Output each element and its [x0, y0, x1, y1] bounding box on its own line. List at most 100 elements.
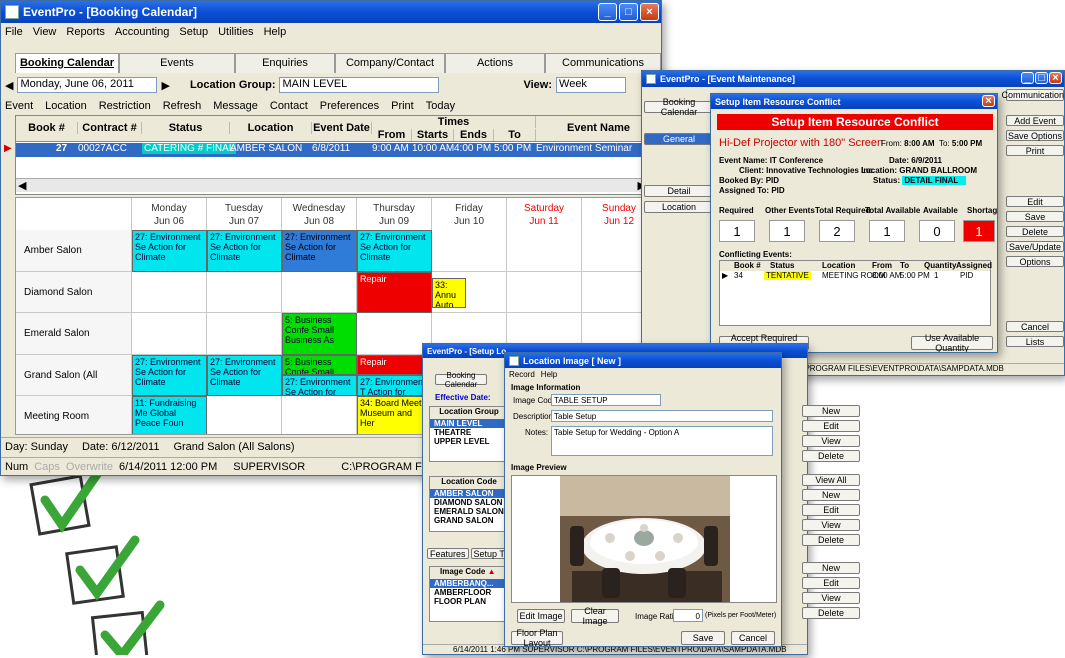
calendar-cell[interactable]	[507, 230, 582, 272]
day-header[interactable]: Wednesday Jun 08	[282, 198, 357, 230]
prev-date-icon[interactable]: ◀	[5, 79, 13, 92]
image-edit-button[interactable]: Edit	[802, 577, 860, 589]
toolbar-contact[interactable]: Contact	[270, 100, 308, 112]
calendar-cell[interactable]	[132, 313, 207, 355]
maint-detail-tab[interactable]: Detail	[644, 185, 714, 197]
lists-button[interactable]: Lists	[1006, 336, 1064, 347]
day-header[interactable]: Tuesday Jun 07	[207, 198, 282, 230]
group-delete-button[interactable]: Delete	[802, 450, 860, 462]
use-available-quantity-button[interactable]: Use Available Quantity	[911, 333, 993, 352]
calendar-event[interactable]: 5: Business Confe Small Business As	[282, 313, 357, 355]
toolbar-print[interactable]: Print	[391, 100, 414, 112]
add-event-button[interactable]: Add Event	[1006, 115, 1064, 126]
maint-booking-calendar-tab[interactable]: Booking Calendar	[644, 97, 714, 117]
calendar-event[interactable]: 27: Environment T Action for Climate	[357, 374, 432, 396]
scroll-left-icon[interactable]: ◀	[18, 179, 26, 192]
description-input[interactable]: Table Setup	[551, 410, 773, 422]
calendar-event[interactable]: Repair	[357, 354, 432, 375]
calendar-cell[interactable]	[282, 396, 357, 434]
calendar-event[interactable]: 27: Environment Se Action for Climate	[282, 230, 357, 272]
image-new-button[interactable]: New	[802, 562, 860, 574]
calendar-event[interactable]: 33: Annu Auto Enth	[432, 277, 466, 308]
save-button[interactable]: Save	[681, 631, 725, 645]
tab-actions[interactable]: Actions	[445, 53, 545, 73]
list-item[interactable]: MAIN LEVEL	[430, 419, 508, 428]
toolbar-refresh[interactable]: Refresh	[163, 100, 202, 112]
image-view-button[interactable]: View	[802, 592, 860, 604]
calendar-event[interactable]: 27: Environment Se Action for Climate	[132, 354, 207, 396]
save-update-button[interactable]: Save/Update	[1006, 241, 1064, 252]
delete-button[interactable]: Delete	[1006, 226, 1064, 237]
list-item[interactable]: GRAND SALON	[430, 516, 508, 525]
clear-image-button[interactable]: Clear Image	[571, 606, 619, 626]
list-item[interactable]: AMBERBANQ...	[430, 579, 508, 588]
sort-up-icon[interactable]: ▲	[488, 567, 496, 576]
list-item[interactable]: AMBER SALON	[430, 489, 508, 498]
menu-file[interactable]: File	[5, 26, 23, 38]
list-item[interactable]: DIAMOND SALON	[430, 498, 508, 507]
table-row[interactable]: ▶ 34 TENTATIVE MEETING ROOM 8:00 AM 5:00 PM 1 P…	[720, 271, 990, 281]
notes-textarea[interactable]: Table Setup for Wedding - Option A	[551, 426, 773, 456]
toolbar-event[interactable]: Event	[5, 100, 33, 112]
calendar-event[interactable]: 34: Board Meetin Museum and Her	[357, 396, 432, 434]
setup-booking-calendar-tab[interactable]: Booking Calendar	[435, 371, 487, 389]
code-view-all-button[interactable]: View All	[802, 474, 860, 486]
menu-reports[interactable]: Reports	[66, 26, 105, 38]
calendar-event[interactable]: 27: Environment Se Action for Climate	[207, 354, 282, 396]
code-delete-button[interactable]: Delete	[802, 534, 860, 546]
list-item[interactable]: UPPER LEVEL	[430, 437, 508, 446]
conflict-close-button[interactable]: ×	[982, 95, 995, 107]
maint-location-tab[interactable]: Location	[644, 201, 714, 213]
toolbar-restriction[interactable]: Restriction	[99, 100, 151, 112]
calendar-cell[interactable]	[207, 313, 282, 355]
calendar-cell[interactable]	[132, 271, 207, 313]
maint-general-tab[interactable]: General	[644, 133, 714, 145]
view-select[interactable]: Week	[556, 77, 627, 93]
options-button[interactable]: Options	[1006, 256, 1064, 267]
menu-help[interactable]: Help	[541, 370, 557, 379]
calendar-cell[interactable]	[507, 271, 582, 313]
image-delete-button[interactable]: Delete	[802, 607, 860, 619]
date-picker[interactable]: Monday, June 06, 2011	[17, 77, 158, 93]
maint-close-button[interactable]: ×	[1049, 72, 1062, 84]
group-new-button[interactable]: New	[802, 405, 860, 417]
day-header[interactable]: Friday Jun 10	[432, 198, 507, 230]
save-options-button[interactable]: Save Options	[1006, 130, 1064, 141]
menu-help[interactable]: Help	[264, 26, 287, 38]
table-row[interactable]: ▶ 27 00027ACC CATERING # FINAL AMBER SAL…	[4, 143, 661, 157]
edit-button[interactable]: Edit	[1006, 196, 1064, 207]
maximize-button[interactable]: □	[619, 3, 638, 21]
list-item[interactable]: FLOOR PLAN	[430, 597, 508, 606]
horizontal-scrollbar[interactable]: ◀▶	[16, 178, 648, 192]
close-button[interactable]: ×	[640, 3, 659, 21]
menu-setup[interactable]: Setup	[179, 26, 208, 38]
image-ratio-select[interactable]: 0	[673, 609, 703, 622]
menu-view[interactable]: View	[33, 26, 57, 38]
calendar-event[interactable]: 27: Environment Se Action for Climate	[207, 230, 282, 272]
tab-booking-calendar[interactable]: Booking Calendar	[15, 53, 119, 73]
code-edit-button[interactable]: Edit	[802, 504, 860, 516]
day-header[interactable]: Monday Jun 06	[132, 198, 207, 230]
menu-record[interactable]: Record	[509, 370, 535, 379]
edit-image-button[interactable]: Edit Image	[517, 609, 565, 623]
maint-minimize-button[interactable]: _	[1021, 72, 1034, 84]
location-group-select[interactable]: MAIN LEVEL	[279, 77, 440, 93]
code-new-button[interactable]: New	[802, 489, 860, 501]
calendar-cell[interactable]	[432, 230, 507, 272]
image-code-input[interactable]: TABLE SETUP	[551, 394, 661, 406]
toolbar-message[interactable]: Message	[213, 100, 258, 112]
calendar-cell[interactable]	[207, 271, 282, 313]
toolbar-location[interactable]: Location	[45, 100, 87, 112]
save-button[interactable]: Save	[1006, 211, 1064, 222]
calendar-cell[interactable]	[282, 271, 357, 313]
list-item[interactable]: EMERALD SALON	[430, 507, 508, 516]
group-edit-button[interactable]: Edit	[802, 420, 860, 432]
calendar-event[interactable]: 27: Environment Se Action for Climate	[282, 374, 357, 396]
menu-utilities[interactable]: Utilities	[218, 26, 253, 38]
menu-accounting[interactable]: Accounting	[115, 26, 169, 38]
tab-company-contact[interactable]: Company/Contact	[335, 53, 445, 73]
calendar-event[interactable]: 27: Environment Se Action for Climate	[357, 230, 432, 272]
list-item[interactable]: THEATRE	[430, 428, 508, 437]
day-header[interactable]: Saturday Jun 11	[507, 198, 582, 230]
minimize-button[interactable]: _	[598, 3, 617, 21]
